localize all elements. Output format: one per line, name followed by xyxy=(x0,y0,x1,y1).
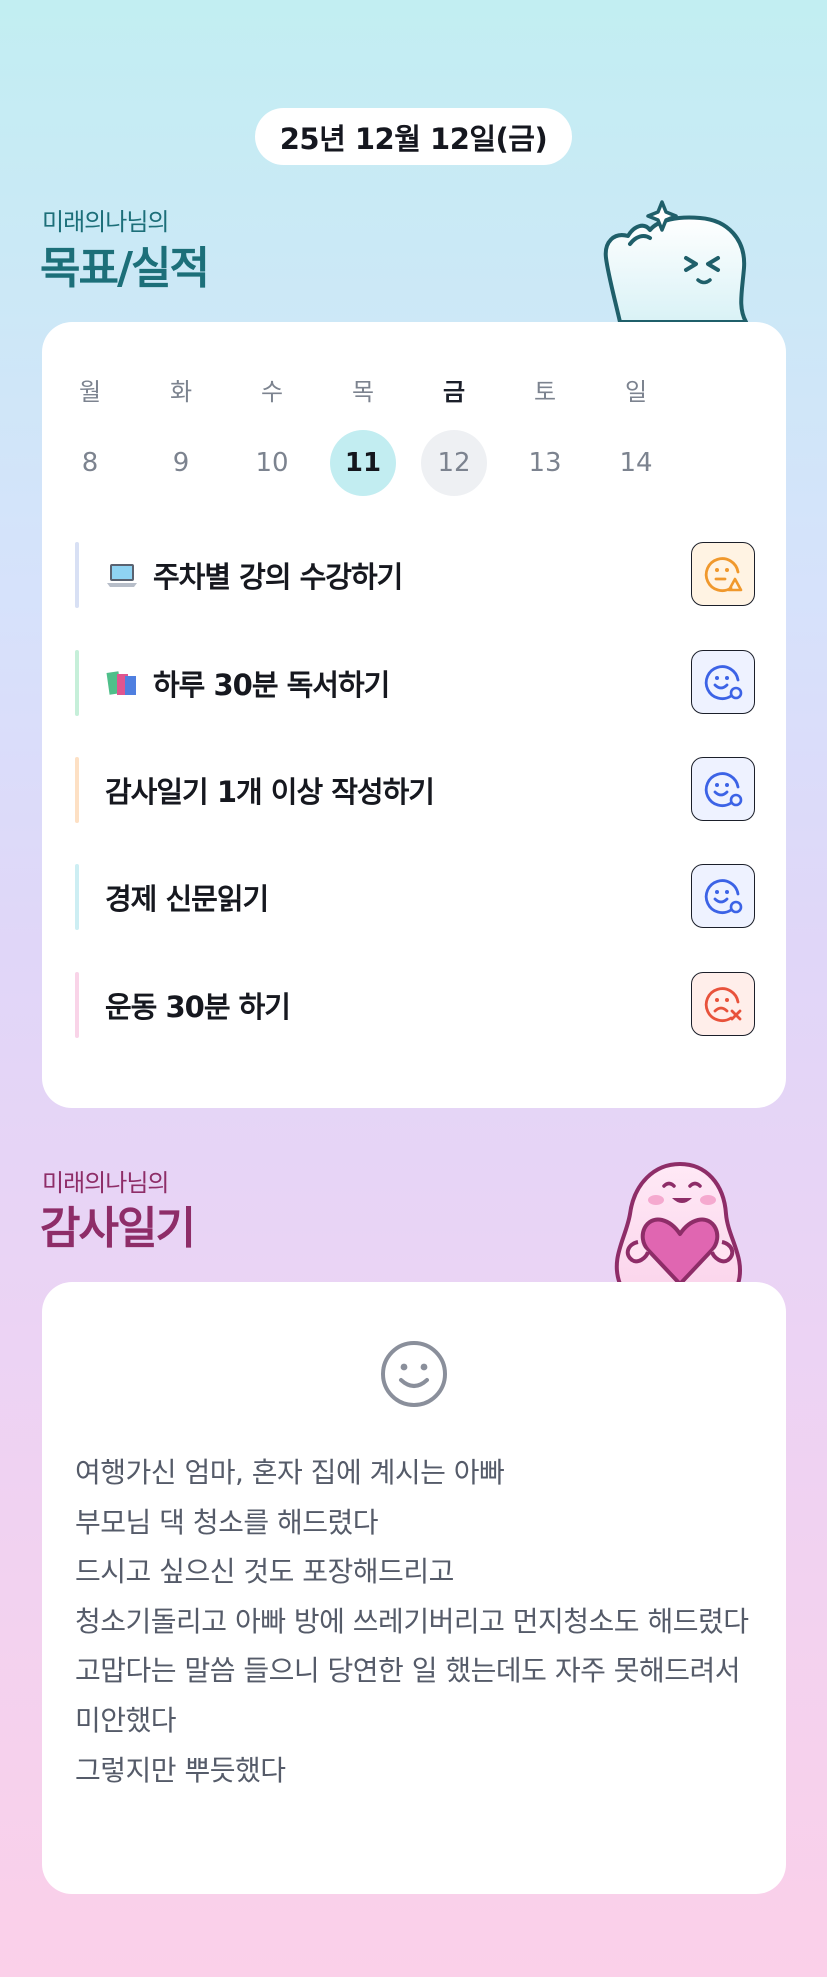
face-circle-icon xyxy=(704,665,743,701)
goal-row[interactable]: 감사일기 1개 이상 작성하기 xyxy=(75,757,755,823)
day-button[interactable]: 10 xyxy=(239,430,305,496)
goal-row[interactable]: 운동 30분 하기 xyxy=(75,972,755,1038)
day-button[interactable]: 14 xyxy=(603,430,669,496)
goal-label: 운동 30분 하기 xyxy=(105,990,291,1024)
goal-label-wrap: 운동 30분 하기 xyxy=(105,972,291,1038)
goal-accent-bar xyxy=(75,542,79,608)
goal-accent-bar xyxy=(75,650,79,716)
weekday-label: 토 xyxy=(533,378,557,406)
diary-line: 드시고 싶으신 것도 포장해드리고 xyxy=(75,1555,454,1589)
goal-label-wrap: 하루 30분 독서하기 xyxy=(105,650,390,716)
day-button-current[interactable]: 11 xyxy=(330,430,396,496)
goal-label: 경제 신문읽기 xyxy=(105,882,269,916)
goal-label-wrap: 경제 신문읽기 xyxy=(105,864,269,930)
goal-label: 하루 30분 독서하기 xyxy=(153,668,390,702)
face-x-icon xyxy=(704,987,742,1023)
smile-face-icon xyxy=(381,1341,447,1407)
diary-section-title: 감사일기 xyxy=(40,1203,196,1254)
waving-mascot-illustration xyxy=(603,200,748,324)
goals-section-title: 목표/실적 xyxy=(40,243,210,294)
date-pill[interactable]: 25년 12월 12일(금) xyxy=(255,108,572,165)
status-circle-button[interactable] xyxy=(691,864,755,928)
status-triangle-button[interactable] xyxy=(691,542,755,606)
date-label: 25년 12월 12일(금) xyxy=(279,121,548,156)
day-button[interactable]: 8 xyxy=(57,430,123,496)
books-icon xyxy=(106,671,136,695)
diary-line: 그렇지만 뿌듯했다 xyxy=(75,1753,286,1787)
weekday-label-selected: 금 xyxy=(442,378,466,406)
goal-label-wrap: 감사일기 1개 이상 작성하기 xyxy=(105,757,435,823)
diary-line: 부모님 댁 청소를 해드렸다 xyxy=(75,1505,379,1539)
weekday-label: 수 xyxy=(260,378,284,406)
goal-row[interactable]: 주차별 강의 수강하기 xyxy=(75,542,755,608)
weekday-label: 일 xyxy=(624,378,648,406)
goal-row[interactable]: 경제 신문읽기 xyxy=(75,864,755,930)
status-x-button[interactable] xyxy=(691,972,755,1036)
goal-label: 감사일기 1개 이상 작성하기 xyxy=(105,775,435,809)
day-button[interactable]: 9 xyxy=(148,430,214,496)
day-button[interactable]: 13 xyxy=(512,430,578,496)
face-triangle-icon xyxy=(704,557,743,593)
diary-line: 청소기돌리고 아빠 방에 쓰레기버리고 먼지청소도 해드렸다 xyxy=(75,1604,749,1638)
goal-label: 주차별 강의 수강하기 xyxy=(153,560,403,594)
goal-label-wrap: 주차별 강의 수강하기 xyxy=(105,542,403,608)
weekday-label: 목 xyxy=(351,378,375,406)
diary-line: 여행가신 엄마, 혼자 집에 계시는 아빠 xyxy=(75,1456,505,1489)
goal-accent-bar xyxy=(75,972,79,1038)
status-circle-button[interactable] xyxy=(691,650,755,714)
status-circle-button[interactable] xyxy=(691,757,755,821)
day-button-selected[interactable]: 12 xyxy=(421,430,487,496)
face-circle-icon xyxy=(704,772,743,808)
week-day-selector: 8 9 10 11 12 13 14 xyxy=(57,430,669,496)
goal-row[interactable]: 하루 30분 독서하기 xyxy=(75,650,755,716)
weekday-label: 화 xyxy=(169,378,193,406)
goal-accent-bar xyxy=(75,864,79,930)
laptop-icon xyxy=(107,564,137,587)
diary-line: 고맙다는 말씀 들으니 당연한 일 했는데도 자주 못해드려서 미안했다 xyxy=(75,1654,741,1737)
heart-mascot-illustration xyxy=(614,1162,742,1284)
diary-entry-text: 여행가신 엄마, 혼자 집에 계시는 아빠 부모님 댁 청소를 해드렸다 드시고… xyxy=(75,1448,765,1795)
face-circle-icon xyxy=(704,879,743,915)
weekday-label: 월 xyxy=(78,378,102,406)
weekday-header: 월 화 수 목 금 토 일 xyxy=(57,372,669,407)
goal-accent-bar xyxy=(75,757,79,823)
